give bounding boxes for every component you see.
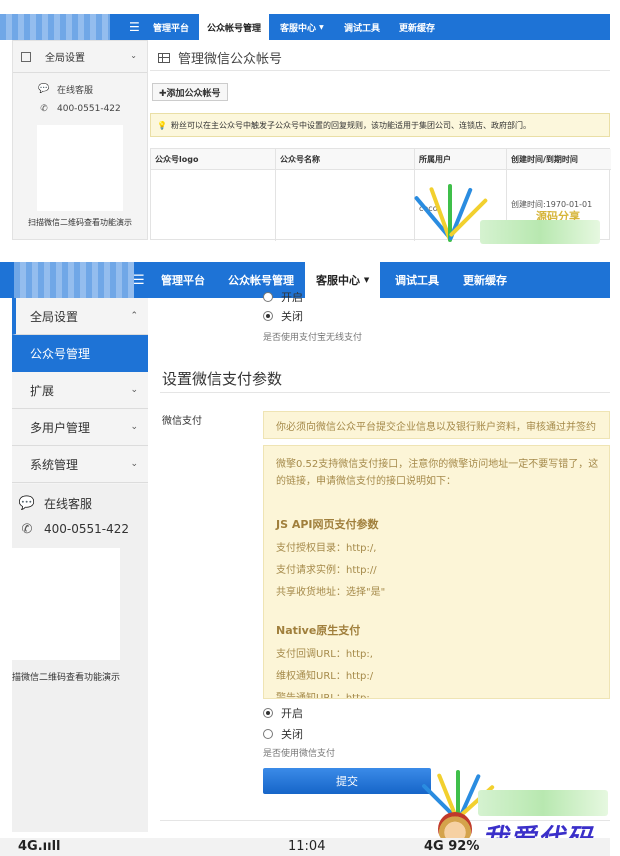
phone-number: ✆ 400-0551-422 — [12, 516, 148, 542]
sidebar-item-extend[interactable]: 扩展 ⌄ — [12, 372, 148, 409]
caret-down-icon: ▼ — [319, 23, 324, 31]
top-sidebar: 全局设置 ⌄ 💬 在线客服 ✆ 400-0551-422 扫描微信二维码查看功能… — [12, 40, 148, 240]
qr-code-image — [12, 548, 120, 660]
nav-item-cache[interactable]: 更新缓存 — [452, 262, 518, 298]
sidebar-global-settings[interactable]: 全局设置 ⌄ — [13, 41, 147, 73]
alipay-hint: 是否使用支付宝无线支付 — [263, 333, 363, 343]
sidebar-item-system[interactable]: 系统管理 ⌄ — [12, 446, 148, 483]
caret-down-icon: ▼ — [363, 276, 370, 284]
lightbulb-icon: 💡 — [157, 120, 167, 130]
qr-caption: 扫描微信二维码查看功能演示 — [28, 218, 132, 227]
sidebar-header-label: 全局设置 — [45, 53, 85, 64]
qr-caption: 描微信二维码查看功能演示 — [12, 673, 121, 683]
online-service[interactable]: 💬 在线客服 — [13, 79, 147, 99]
brand-logo[interactable] — [0, 14, 110, 40]
nav-item-service[interactable]: 客服中心 ▼ — [305, 262, 381, 298]
chevron-down-icon: ⌄ — [130, 422, 138, 432]
blurred-region — [480, 220, 600, 244]
add-account-button[interactable]: ✚添加公众帐号 — [152, 83, 228, 101]
table-cell-logo — [151, 169, 276, 241]
chat-bubble-icon: 💬 — [18, 495, 36, 511]
nav-item-cache[interactable]: 更新缓存 — [391, 14, 443, 40]
nav-item-debug[interactable]: 调试工具 — [336, 14, 388, 40]
chevron-down-icon: ⌄ — [130, 459, 138, 469]
table-icon — [158, 52, 170, 63]
submit-button[interactable]: 提交 — [263, 768, 431, 794]
page-title: 管理微信公众帐号 — [158, 48, 282, 67]
divider — [150, 70, 610, 71]
phone-number: ✆ 400-0551-422 — [13, 99, 147, 119]
menu-toggle-icon[interactable]: ☰ — [129, 20, 140, 34]
notice-instructions: 微擎0.52支持微信支付接口，注意你的微擎访问地址一定不要写错了，这 的链接，申… — [263, 445, 610, 699]
wxpay-label: 微信支付 — [162, 416, 202, 427]
nav-item-service[interactable]: 客服中心 ▼ — [272, 14, 332, 40]
qr-code-image — [37, 125, 123, 211]
nav-item-accounts[interactable]: 公众帐号管理 — [199, 14, 270, 40]
column-header-date: 创建时间/到期时间 — [507, 149, 611, 169]
jsapi-title: JS API网页支付参数 — [276, 518, 379, 531]
sidebar-item-account-management[interactable]: 公众号管理 — [12, 335, 148, 372]
chevron-down-icon: ⌄ — [130, 385, 138, 395]
bottom-main-content: 开启 关闭 是否使用支付宝无线支付 设置微信支付参数 微信支付 你必须向微信公众… — [150, 292, 610, 832]
chat-bubble-icon: 💬 — [38, 84, 50, 94]
phone-icon: ✆ — [21, 521, 33, 537]
bottom-sidebar-footer: 💬 在线客服 ✆ 400-0551-422 描微信二维码查看功能演示 — [12, 484, 148, 832]
bottom-sidebar: 全局设置 ⌃ 公众号管理 扩展 ⌄ 多用户管理 ⌄ 系统管理 ⌄ — [12, 298, 148, 484]
alipay-on-radio[interactable]: 开启 — [263, 292, 303, 302]
chevron-down-icon: ⌄ — [130, 51, 137, 60]
menu-toggle-icon[interactable]: ☰ — [133, 273, 145, 288]
bottom-navbar: ☰ 管理平台 公众帐号管理 客服中心 ▼ 调试工具 更新缓存 — [0, 262, 610, 298]
column-header-name: 公众号名称 — [276, 149, 415, 169]
phone-status-bar: 4G.ııll 11:04 4G 92% — [0, 838, 610, 856]
brand-logo[interactable] — [14, 262, 134, 298]
online-service[interactable]: 💬 在线客服 — [12, 490, 148, 516]
section-title: 设置微信支付参数 — [162, 370, 283, 388]
sidebar-item-multi-user[interactable]: 多用户管理 ⌄ — [12, 409, 148, 446]
signal-indicator: 4G.ııll — [18, 839, 61, 854]
wxpay-hint: 是否使用微信支付 — [263, 749, 336, 759]
wxpay-on-radio[interactable]: 开启 — [263, 705, 303, 721]
alipay-off-radio[interactable]: 关闭 — [263, 308, 303, 324]
nav-item-platform[interactable]: 管理平台 — [150, 262, 216, 298]
notice-banner: 你必须向微信公众平台提交企业信息以及银行账户资料，审核通过并签约 — [263, 411, 610, 439]
clock: 11:04 — [288, 839, 326, 854]
column-header-logo: 公众号logo — [151, 149, 276, 169]
top-navbar: ☰ 管理平台 公众帐号管理 客服中心 ▼ 调试工具 更新缓存 — [0, 14, 610, 40]
chevron-up-icon: ⌃ — [130, 311, 138, 321]
info-tip: 💡 粉丝可以在主公众号中触发子公众号中设置的回复规则，该功能适用于集团公司、连锁… — [150, 113, 610, 137]
battery-indicator: 4G 92% — [424, 839, 480, 854]
blurred-region — [478, 790, 608, 816]
wxpay-off-radio[interactable]: 关闭 — [263, 726, 303, 742]
native-title: Native原生支付 — [276, 624, 361, 637]
sidebar-item-global-settings[interactable]: 全局设置 ⌃ — [12, 298, 148, 335]
nav-item-platform[interactable]: 管理平台 — [145, 14, 197, 40]
divider — [160, 392, 610, 393]
column-header-user: 所属用户 — [415, 149, 507, 169]
phone-icon: ✆ — [40, 104, 48, 114]
table-cell-name — [276, 169, 415, 241]
cube-icon — [21, 51, 31, 62]
nav-item-debug[interactable]: 调试工具 — [384, 262, 450, 298]
